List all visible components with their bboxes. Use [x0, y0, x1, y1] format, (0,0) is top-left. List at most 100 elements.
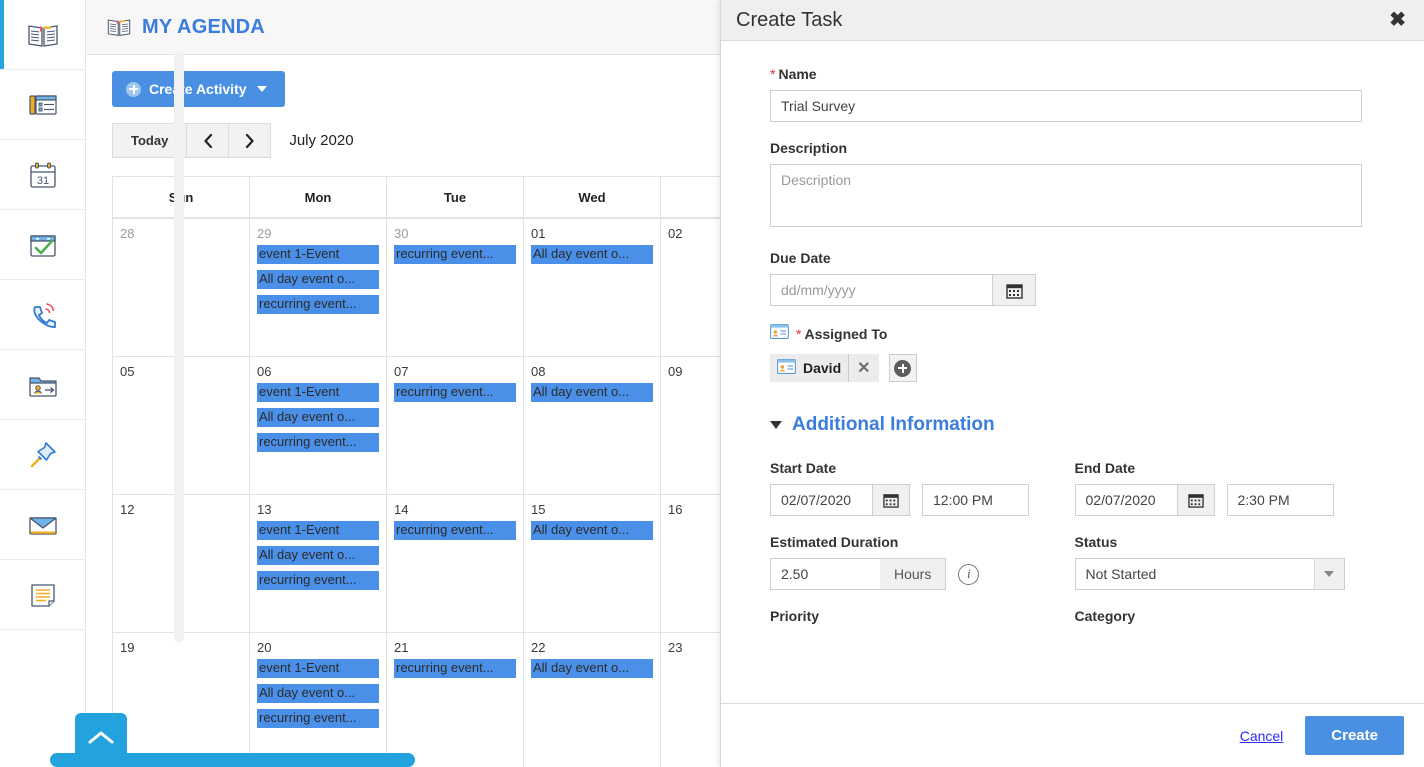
- calendar-event[interactable]: All day event o...: [531, 521, 653, 540]
- end-date-input[interactable]: [1075, 484, 1177, 516]
- calendar-event[interactable]: recurring event...: [257, 709, 379, 728]
- horizontal-scrollbar[interactable]: [50, 753, 415, 767]
- due-date-calendar-icon[interactable]: [992, 274, 1036, 306]
- calendar-event[interactable]: All day event o...: [257, 270, 379, 289]
- month-label: July 2020: [289, 132, 353, 149]
- sidebar-item-mail[interactable]: [0, 490, 85, 560]
- calendar-day-cell[interactable]: 07recurring event...: [387, 357, 524, 495]
- close-icon[interactable]: ✖: [1385, 8, 1410, 32]
- calendar-day-cell[interactable]: 22All day event o...: [524, 633, 661, 767]
- left-sidebar: 31: [0, 0, 86, 767]
- calendar-day-cell[interactable]: 02: [661, 219, 720, 357]
- priority-label: Priority: [770, 608, 1075, 624]
- calendar-event[interactable]: recurring event...: [394, 245, 516, 264]
- status-select[interactable]: Not Started: [1075, 558, 1345, 590]
- calendar-event[interactable]: recurring event...: [257, 433, 379, 452]
- priority-col: Priority: [770, 590, 1075, 624]
- end-date-calendar-icon[interactable]: [1177, 484, 1215, 516]
- sidebar-item-dashboard[interactable]: [0, 70, 85, 140]
- chevron-down-icon: [257, 86, 267, 92]
- calendar-event[interactable]: All day event o...: [257, 408, 379, 427]
- cancel-button[interactable]: Cancel: [1240, 728, 1284, 744]
- calendar-day-number: 13: [257, 502, 382, 517]
- calendar-event[interactable]: All day event o...: [531, 383, 653, 402]
- sidebar-item-calls[interactable]: [0, 280, 85, 350]
- calendar-day-cell[interactable]: 30recurring event...: [387, 219, 524, 357]
- calendar-event[interactable]: recurring event...: [257, 295, 379, 314]
- calendar-event[interactable]: recurring event...: [394, 521, 516, 540]
- info-icon[interactable]: i: [958, 564, 979, 585]
- calendar-weekday-mon: Mon: [250, 177, 387, 219]
- sidebar-item-agenda[interactable]: [0, 0, 85, 70]
- end-date-input-group: [1075, 484, 1215, 516]
- calendar-weekday-blank: [661, 177, 720, 219]
- assignee-name: David: [803, 360, 841, 376]
- name-input[interactable]: [770, 90, 1362, 122]
- chevron-down-icon: [770, 421, 782, 429]
- description-textarea[interactable]: [770, 164, 1362, 227]
- next-month-button[interactable]: [229, 123, 271, 158]
- due-date-input[interactable]: [770, 274, 992, 306]
- create-button[interactable]: Create: [1305, 716, 1404, 755]
- calendar-event[interactable]: All day event o...: [531, 245, 653, 264]
- calendar-event[interactable]: recurring event...: [394, 383, 516, 402]
- calendar-week-row: 0506event 1-EventAll day event o...recur…: [112, 357, 720, 495]
- vertical-scrollbar[interactable]: [174, 52, 184, 642]
- plus-circle-icon: [894, 360, 911, 377]
- calendar-event[interactable]: event 1-Event: [257, 659, 379, 678]
- due-date-field-group: Due Date: [770, 250, 1379, 306]
- calendar-day-cell[interactable]: 21recurring event...: [387, 633, 524, 767]
- sidebar-item-notes[interactable]: [0, 560, 85, 630]
- calendar-week-row: 2829event 1-EventAll day event o...recur…: [112, 219, 720, 357]
- calendar-day-cell[interactable]: 15All day event o...: [524, 495, 661, 633]
- calendar-day-number: 08: [531, 364, 656, 379]
- sidebar-item-calendar[interactable]: 31: [0, 140, 85, 210]
- calendar-event[interactable]: All day event o...: [257, 684, 379, 703]
- add-assignee-button[interactable]: [889, 354, 917, 382]
- calendar-day-cell[interactable]: 08 All day event o...: [524, 357, 661, 495]
- calendar-day-cell[interactable]: 20event 1-EventAll day event o...recurri…: [250, 633, 387, 767]
- calendar-day-cell[interactable]: 09: [661, 357, 720, 495]
- calendar-day-cell[interactable]: 29event 1-EventAll day event o...recurri…: [250, 219, 387, 357]
- calendar-event[interactable]: All day event o...: [531, 659, 653, 678]
- calendar-day-cell[interactable]: 13 event 1-Event All day event o... recurri…: [250, 495, 387, 633]
- calendar-event[interactable]: event 1-Event: [257, 383, 379, 402]
- calendar-day-cell[interactable]: 14recurring event...: [387, 495, 524, 633]
- create-activity-button[interactable]: Create Activity: [112, 71, 285, 107]
- calendar-event[interactable]: event 1-Event: [257, 521, 379, 540]
- calendar-day-cell[interactable]: 16: [661, 495, 720, 633]
- estimated-duration-input[interactable]: [770, 558, 880, 590]
- calendar-event[interactable]: recurring event...: [394, 659, 516, 678]
- page-header: MY AGENDA: [86, 0, 720, 55]
- calendar-day-number: 06: [257, 364, 382, 379]
- sidebar-item-tasks[interactable]: [0, 210, 85, 280]
- calendar-day-cell[interactable]: 06 event 1-Event All day event o... recurri…: [250, 357, 387, 495]
- start-date-calendar-icon[interactable]: [872, 484, 910, 516]
- calendar-event[interactable]: event 1-Event: [257, 245, 379, 264]
- assigned-to-field-group: *Assigned To: [770, 324, 1379, 382]
- start-date-input[interactable]: [770, 484, 872, 516]
- assignee-chip[interactable]: David ✕: [770, 354, 879, 382]
- calendar-event[interactable]: All day event o...: [257, 546, 379, 565]
- sidebar-item-pinned[interactable]: [0, 420, 85, 490]
- panel-header: Create Task ✖: [721, 0, 1424, 41]
- status-label: Status: [1075, 534, 1380, 550]
- calendar-day-cell[interactable]: 19: [113, 633, 250, 767]
- assigned-to-label-row: *Assigned To: [770, 324, 1379, 344]
- additional-information-toggle[interactable]: Additional Information: [770, 414, 1379, 436]
- calendar-weekday-tue: Tue: [387, 177, 524, 219]
- end-time-input[interactable]: [1227, 484, 1334, 516]
- notes-icon: [26, 578, 60, 612]
- calendar-weekday-wed: Wed: [524, 177, 661, 219]
- sidebar-item-contacts[interactable]: [0, 350, 85, 420]
- contact-card-icon: [777, 359, 796, 377]
- chevron-up-icon: [88, 730, 114, 745]
- start-time-input[interactable]: [922, 484, 1029, 516]
- calendar-event[interactable]: recurring event...: [257, 571, 379, 590]
- remove-assignee-icon[interactable]: ✕: [848, 354, 878, 382]
- calendar-day-cell[interactable]: 01All day event o...: [524, 219, 661, 357]
- prev-month-button[interactable]: [187, 123, 229, 158]
- estimated-duration-col: Estimated Duration Hours i: [770, 516, 1075, 590]
- calendar-day-cell[interactable]: 23: [661, 633, 720, 767]
- priority-category-row: Priority Category: [770, 590, 1379, 624]
